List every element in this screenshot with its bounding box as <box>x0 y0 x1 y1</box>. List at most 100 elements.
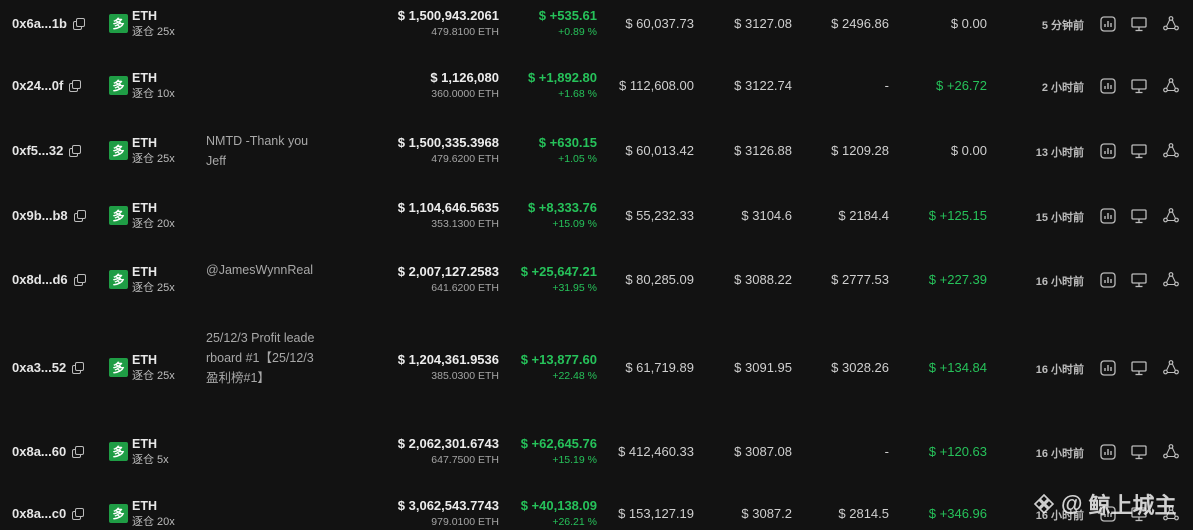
position-size: 641.6200 ETH <box>431 282 499 294</box>
long-badge: 多 <box>109 14 128 33</box>
entry-price: $ 3087.08 <box>734 444 792 459</box>
share-icon[interactable] <box>1162 359 1180 377</box>
monitor-icon[interactable] <box>1130 142 1148 160</box>
liquidation-price: $ 2184.4 <box>838 208 889 223</box>
open-time: 16 小时前 <box>1035 448 1084 460</box>
pnl-percent: +15.19 % <box>552 454 597 466</box>
wallet-note: @JamesWynnReal <box>206 263 314 277</box>
bar-chart-icon[interactable] <box>1099 15 1117 33</box>
position-value: $ 1,500,335.3968 <box>397 135 499 150</box>
pnl-percent: +26.21 % <box>552 516 597 528</box>
monitor-icon[interactable] <box>1130 359 1148 377</box>
wallet-address[interactable]: 0xa3...52 <box>12 360 85 375</box>
margin: $ 153,127.19 <box>618 506 694 521</box>
wallet-address[interactable]: 0x8a...c0 <box>12 506 85 521</box>
margin: $ 61,719.89 <box>625 360 694 375</box>
funding-fee: $ +26.72 <box>936 78 987 93</box>
leverage: 逐仓 5x <box>132 454 169 466</box>
pnl-percent: +15.09 % <box>552 218 597 230</box>
position-value: $ 1,126,080 <box>430 70 499 85</box>
address-text[interactable]: 0x8d...d6 <box>12 272 68 287</box>
funding-fee: $ 0.00 <box>950 16 987 31</box>
monitor-icon[interactable] <box>1130 77 1148 95</box>
long-badge: 多 <box>109 270 128 289</box>
entry-price: $ 3091.95 <box>734 360 792 375</box>
copy-icon[interactable] <box>73 274 86 286</box>
long-badge: 多 <box>109 76 128 95</box>
long-badge: 多 <box>109 442 128 461</box>
bar-chart-icon[interactable] <box>1099 271 1117 289</box>
long-badge: 多 <box>109 141 128 160</box>
monitor-icon[interactable] <box>1130 15 1148 33</box>
wallet-address[interactable]: 0xf5...32 <box>12 143 82 158</box>
copy-icon[interactable] <box>72 18 85 30</box>
address-text[interactable]: 0xa3...52 <box>12 360 66 375</box>
wallet-address[interactable]: 0x8a...60 <box>12 444 85 459</box>
funding-fee: $ +125.15 <box>928 208 987 223</box>
entry-price: $ 3088.22 <box>734 272 792 287</box>
address-text[interactable]: 0xf5...32 <box>12 143 63 158</box>
liquidation-price: $ 3028.26 <box>831 360 889 375</box>
copy-icon[interactable] <box>72 362 85 374</box>
leverage: 逐仓 25x <box>132 26 175 38</box>
unrealized-pnl: $ +62,645.76 <box>520 436 597 451</box>
share-icon[interactable] <box>1162 207 1180 225</box>
share-icon[interactable] <box>1162 443 1180 461</box>
share-icon[interactable] <box>1162 15 1180 33</box>
position-size: 479.6200 ETH <box>431 153 499 165</box>
leverage: 逐仓 25x <box>132 282 175 294</box>
copy-icon[interactable] <box>72 446 85 458</box>
address-text[interactable]: 0x9b...b8 <box>12 208 68 223</box>
monitor-icon[interactable] <box>1130 443 1148 461</box>
open-time: 16 小时前 <box>1035 364 1084 376</box>
bar-chart-icon[interactable] <box>1099 443 1117 461</box>
wallet-address[interactable]: 0x8d...d6 <box>12 272 86 287</box>
monitor-icon[interactable] <box>1130 207 1148 225</box>
wallet-address[interactable]: 0x9b...b8 <box>12 208 86 223</box>
address-text[interactable]: 0x6a...1b <box>12 16 67 31</box>
position-value: $ 1,104,646.5635 <box>397 200 499 215</box>
wallet-address[interactable]: 0x24...0f <box>12 78 82 93</box>
pnl-percent: +22.48 % <box>552 370 597 382</box>
unrealized-pnl: $ +630.15 <box>538 135 597 150</box>
entry-price: $ 3104.6 <box>741 208 792 223</box>
address-text[interactable]: 0x8a...c0 <box>12 506 66 521</box>
position-size: 353.1300 ETH <box>431 218 499 230</box>
watermark-at: @ <box>1061 491 1083 516</box>
copy-icon[interactable] <box>69 80 82 92</box>
share-icon[interactable] <box>1162 77 1180 95</box>
share-icon[interactable] <box>1162 271 1180 289</box>
share-icon[interactable] <box>1162 142 1180 160</box>
address-text[interactable]: 0x8a...60 <box>12 444 66 459</box>
margin: $ 412,460.33 <box>618 444 694 459</box>
margin: $ 60,013.42 <box>625 143 694 158</box>
copy-icon[interactable] <box>72 508 85 520</box>
leverage: 逐仓 10x <box>132 88 175 100</box>
liquidation-price: - <box>884 78 889 93</box>
pnl-percent: +1.05 % <box>558 153 597 165</box>
bar-chart-icon[interactable] <box>1099 142 1117 160</box>
position-size: 360.0000 ETH <box>431 88 499 100</box>
monitor-icon[interactable] <box>1130 271 1148 289</box>
copy-icon[interactable] <box>73 210 86 222</box>
unrealized-pnl: $ +13,877.60 <box>520 352 597 367</box>
symbol: ETH <box>132 499 157 513</box>
symbol: ETH <box>132 353 157 367</box>
margin: $ 55,232.33 <box>625 208 694 223</box>
liquidation-price: $ 2814.5 <box>838 506 889 521</box>
bar-chart-icon[interactable] <box>1099 207 1117 225</box>
liquidation-price: $ 2777.53 <box>831 272 889 287</box>
position-value: $ 2,007,127.2583 <box>397 264 499 279</box>
wallet-address[interactable]: 0x6a...1b <box>12 16 85 31</box>
bar-chart-icon[interactable] <box>1099 359 1117 377</box>
position-value: $ 1,204,361.9536 <box>397 352 499 367</box>
funding-fee: $ +346.96 <box>928 506 987 521</box>
position-size: 385.0300 ETH <box>431 370 499 382</box>
unrealized-pnl: $ +1,892.80 <box>527 70 597 85</box>
pnl-percent: +0.89 % <box>558 26 597 38</box>
copy-icon[interactable] <box>69 145 82 157</box>
open-time: 2 小时前 <box>1041 82 1084 94</box>
bar-chart-icon[interactable] <box>1099 77 1117 95</box>
address-text[interactable]: 0x24...0f <box>12 78 63 93</box>
symbol: ETH <box>132 71 157 85</box>
